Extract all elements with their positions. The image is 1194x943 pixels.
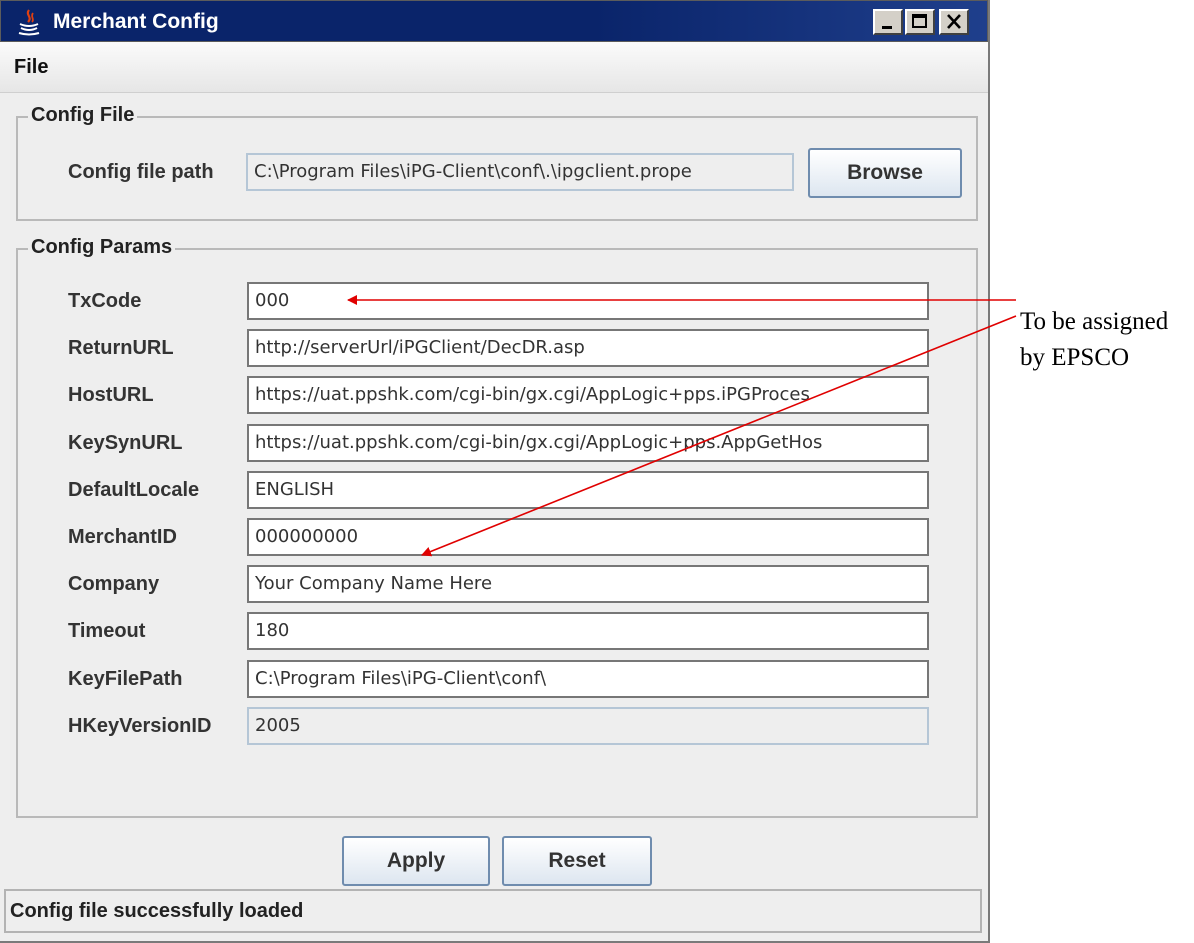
arrow-to-merchantid — [421, 315, 1017, 557]
annotation-arrows — [347, 295, 1017, 557]
